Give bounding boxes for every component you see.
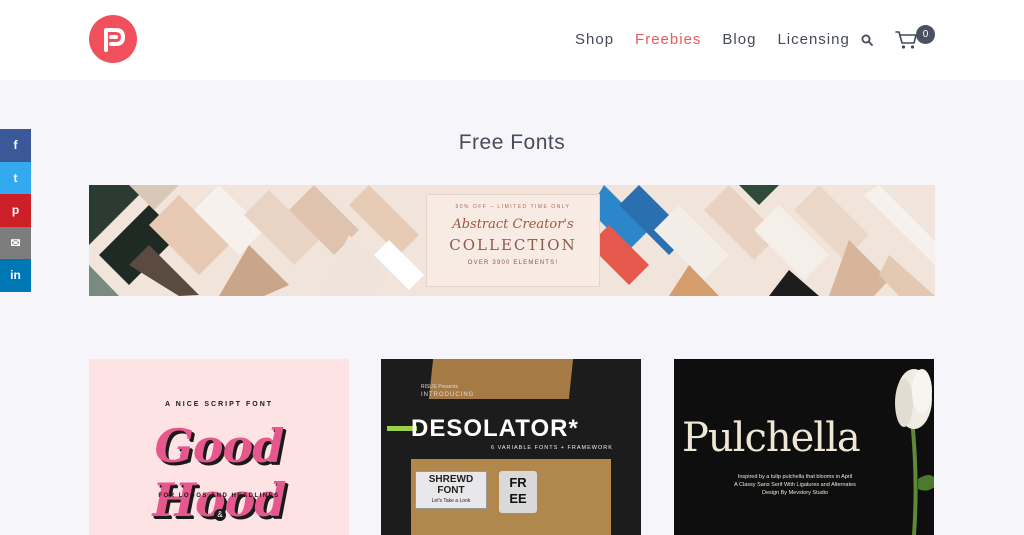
card-presents: RISLIE Presents — [421, 384, 458, 390]
page-title: Free Fonts — [458, 131, 566, 154]
banner-promo-card: 90% OFF – LIMITED TIME ONLY Abstract Cre… — [426, 194, 600, 287]
logo-p-icon — [104, 28, 125, 52]
banner-sub-text: OVER 3900 ELEMENTS! — [467, 260, 559, 266]
nav-freebies[interactable]: Freebies — [635, 31, 701, 48]
email-icon: ✉ — [10, 235, 21, 250]
card-intro: INTRODUCING — [421, 392, 475, 398]
promo-banner[interactable]: 90% OFF – LIMITED TIME ONLY Abstract Cre… — [89, 185, 935, 296]
search-icon[interactable] — [861, 34, 873, 46]
banner-script-text: Abstract Creator's — [452, 217, 574, 232]
nav-blog[interactable]: Blog — [722, 31, 756, 48]
ampersand-mark: & — [214, 509, 226, 521]
card-title: Pulchella — [682, 415, 861, 461]
banner-top-text: 90% OFF – LIMITED TIME ONLY — [455, 204, 571, 210]
pinterest-icon: p — [11, 203, 20, 218]
card-tagline: A NICE SCRIPT FONT — [164, 401, 274, 408]
site-logo[interactable] — [89, 15, 137, 63]
linkedin-share-button[interactable]: in — [0, 259, 31, 292]
shrewd-font-label: SHREWD FONT Let's Take a Look — [415, 471, 487, 509]
card-subtitle: 6 VARIABLE FONTS + FRAMEWORK — [491, 445, 613, 451]
linkedin-icon: in — [10, 268, 21, 283]
twitter-icon: t — [13, 170, 18, 185]
tulip-image — [895, 369, 934, 535]
font-card-desolator[interactable]: RISLIE Presents INTRODUCING DESOLATOR* 6… — [381, 359, 641, 535]
site-header: Shop Freebies Blog Licensing 0 — [0, 0, 1024, 80]
card-subtitle: FOR LOGOS AND HEADLINES — [158, 493, 280, 499]
email-share-button[interactable]: ✉ — [0, 226, 31, 259]
banner-main-text: COLLECTION — [449, 236, 577, 254]
cart-count-badge: 0 — [916, 25, 935, 44]
font-card-good-hood[interactable]: A NICE SCRIPT FONT Good Hood FOR LOGOS A… — [89, 359, 349, 535]
card-description: Inspired by a tulip pulchella that bloom… — [734, 474, 856, 496]
free-label: FR EE — [499, 471, 537, 513]
card-title: DESOLATOR* — [411, 415, 579, 442]
pinterest-share-button[interactable]: p — [0, 194, 31, 227]
twitter-share-button[interactable]: t — [0, 161, 31, 194]
main-nav: Shop Freebies Blog Licensing — [575, 31, 871, 48]
nav-shop[interactable]: Shop — [575, 31, 614, 48]
nav-licensing[interactable]: Licensing — [777, 31, 849, 48]
font-card-pulchella[interactable]: Pulchella Inspired by a tulip pulchella … — [674, 359, 934, 535]
